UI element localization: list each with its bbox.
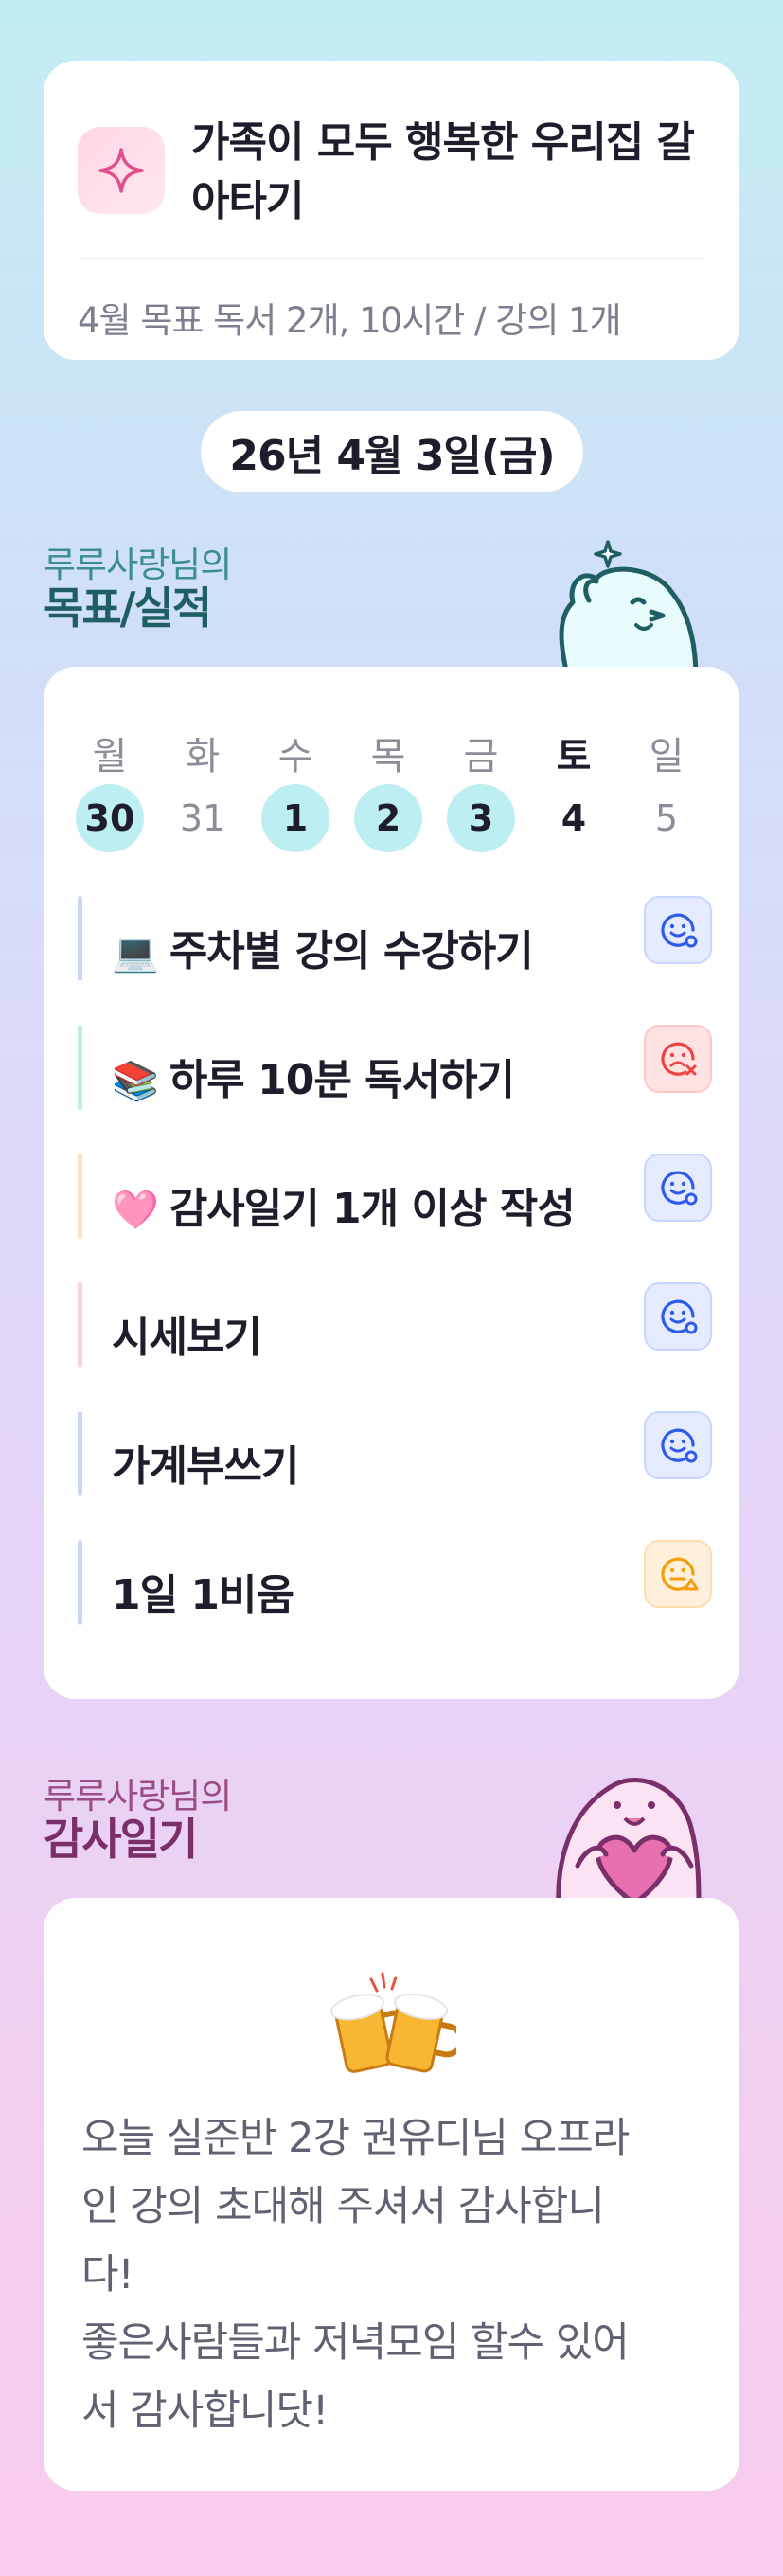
status-meh-icon[interactable] bbox=[644, 1540, 712, 1608]
task-item[interactable]: 🩷 감사일기 1개 이상 작성 bbox=[78, 1154, 712, 1244]
mascot-heart-icon bbox=[556, 1778, 702, 1904]
task-item[interactable]: 📚 하루 10분 독서하기 bbox=[78, 1025, 712, 1116]
status-good-icon[interactable] bbox=[644, 1154, 712, 1222]
task-item[interactable]: 1일 1비움 bbox=[78, 1540, 712, 1631]
sparkle-icon bbox=[78, 127, 165, 214]
task-text: 주차별 강의 수강하기 bbox=[169, 927, 534, 975]
task-text: 가계부쓰기 bbox=[112, 1442, 299, 1491]
tracker-section-title: 목표/실적 bbox=[44, 582, 212, 634]
laptop-icon: 💻 bbox=[112, 931, 159, 975]
task-label: 시세보기 bbox=[112, 1303, 262, 1364]
task-label: 1일 1비움 bbox=[112, 1561, 294, 1621]
mascot-icon bbox=[559, 540, 699, 678]
week-strip: 월 30 화 31 수 1 목 2 금 3 토 4 일 5 bbox=[74, 725, 718, 852]
day-number: 3 bbox=[447, 784, 515, 852]
books-icon: 📚 bbox=[112, 1060, 159, 1103]
status-good-icon[interactable] bbox=[644, 1282, 712, 1351]
task-bar bbox=[78, 896, 82, 981]
task-item[interactable]: 💻 주차별 강의 수강하기 bbox=[78, 896, 712, 987]
diary-section-title: 감사일기 bbox=[44, 1814, 198, 1865]
day-number: 30 bbox=[76, 784, 144, 852]
day-label: 일 bbox=[649, 735, 685, 778]
goal-subtitle: 4월 목표 독서 2개, 10시간 / 강의 1개 bbox=[78, 300, 622, 341]
task-label: 💻 주차별 강의 수강하기 bbox=[112, 917, 534, 977]
status-bad-icon[interactable] bbox=[644, 1025, 712, 1093]
day-label: 화 bbox=[185, 735, 221, 778]
task-item[interactable]: 시세보기 bbox=[78, 1282, 712, 1373]
task-item[interactable]: 가계부쓰기 bbox=[78, 1411, 712, 1502]
status-good-icon[interactable] bbox=[644, 1411, 712, 1479]
tracker-card: 월 30 화 31 수 1 목 2 금 3 토 4 일 5 💻 주차별 강의 수… bbox=[44, 667, 739, 1699]
task-text: 감사일기 1개 이상 작성 bbox=[169, 1185, 576, 1233]
task-text: 1일 1비움 bbox=[112, 1571, 294, 1619]
task-label: 가계부쓰기 bbox=[112, 1432, 299, 1493]
day-label: 수 bbox=[277, 735, 313, 778]
day-number: 4 bbox=[561, 797, 587, 839]
heart-icon: 🩷 bbox=[112, 1189, 159, 1232]
beer-mugs-icon bbox=[329, 1972, 456, 2073]
status-good-icon[interactable] bbox=[644, 896, 712, 964]
task-label: 📚 하루 10분 독서하기 bbox=[112, 1046, 515, 1106]
task-text: 시세보기 bbox=[112, 1314, 262, 1362]
day-label: 월 bbox=[92, 735, 128, 778]
task-bar bbox=[78, 1025, 82, 1110]
diary-text: 오늘 실준반 2강 권유디님 오프라 인 강의 초대해 주셔서 감사합니 다! … bbox=[81, 2115, 630, 2435]
day-label: 토 bbox=[556, 735, 592, 778]
task-bar bbox=[78, 1282, 82, 1368]
task-bar bbox=[78, 1540, 82, 1625]
divider bbox=[78, 258, 705, 259]
day-number: 1 bbox=[261, 784, 329, 852]
day-label: 금 bbox=[463, 735, 499, 778]
task-label: 🩷 감사일기 1개 이상 작성 bbox=[112, 1174, 576, 1235]
day-number: 5 bbox=[654, 797, 679, 839]
goal-title: 가족이 모두 행복한 우리집 갈아타기 bbox=[191, 118, 695, 225]
day-number: 2 bbox=[354, 784, 422, 852]
date-pill[interactable]: 26년 4월 3일(금) bbox=[201, 411, 583, 492]
goal-card[interactable]: 가족이 모두 행복한 우리집 갈아타기 4월 목표 독서 2개, 10시간 / … bbox=[44, 61, 739, 360]
diary-card[interactable]: 오늘 실준반 2강 권유디님 오프라 인 강의 초대해 주셔서 감사합니 다! … bbox=[44, 1898, 739, 2491]
task-bar bbox=[78, 1154, 82, 1239]
task-bar bbox=[78, 1411, 82, 1496]
day-number: 31 bbox=[179, 797, 226, 839]
task-text: 하루 10분 독서하기 bbox=[169, 1056, 515, 1104]
day-label: 목 bbox=[370, 735, 406, 778]
